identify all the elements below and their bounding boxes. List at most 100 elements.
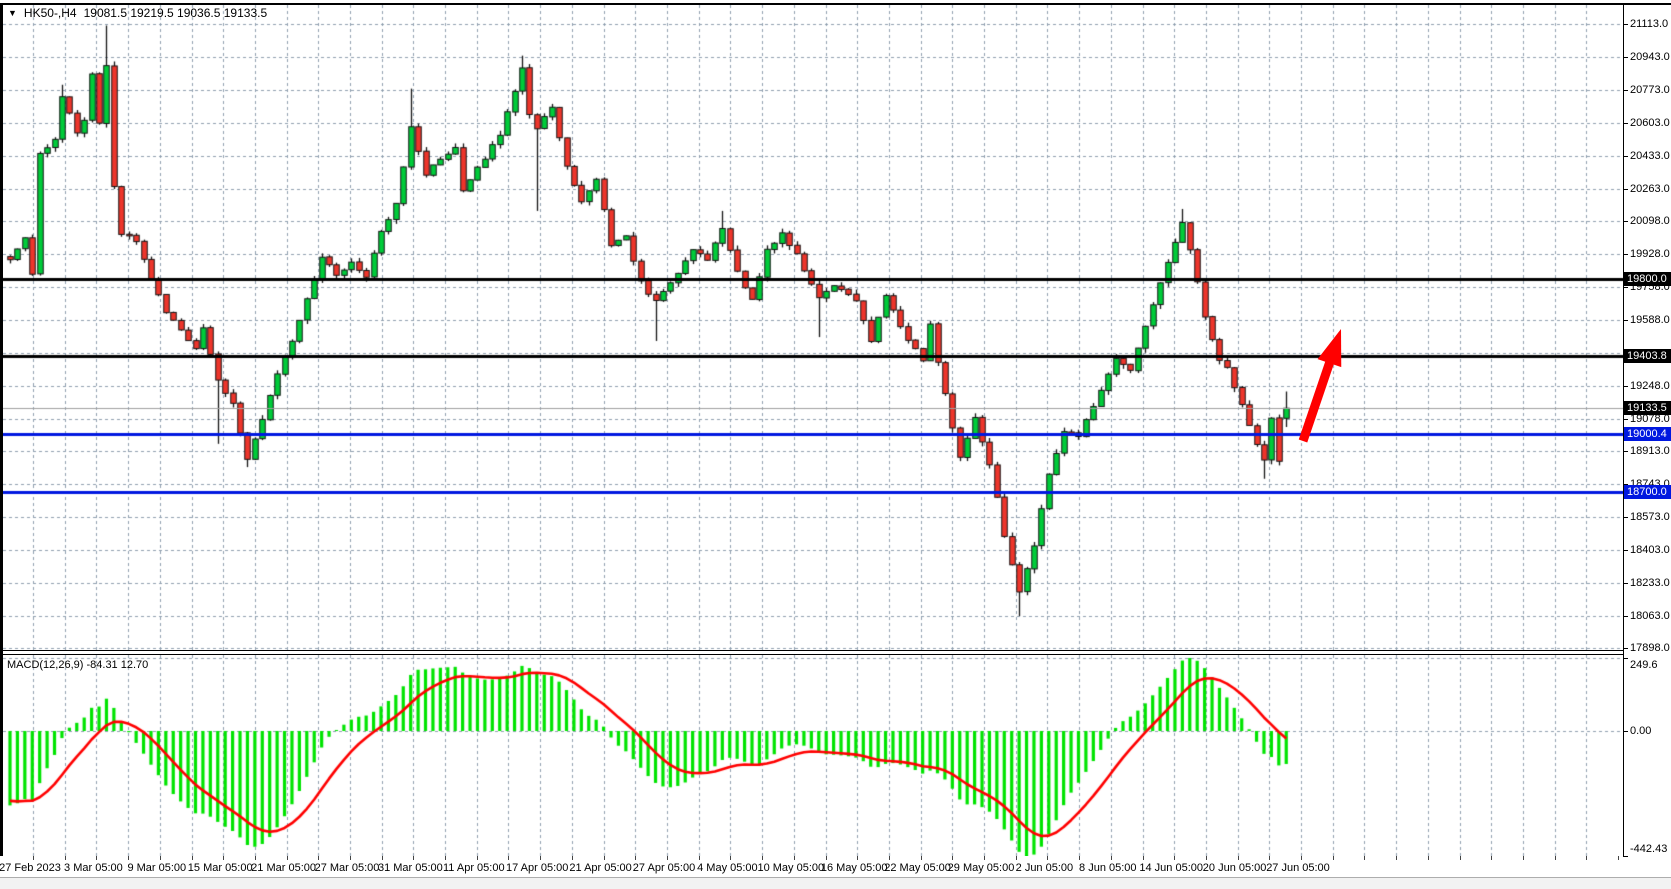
time-axis-tick — [1523, 856, 1524, 860]
time-axis-label: 10 May 05:00 — [757, 862, 824, 874]
macd-indicator-label: MACD(12,26,9) -84.31 12.70 — [7, 659, 148, 671]
time-axis-tick — [223, 856, 224, 860]
macd-axis-tick — [1623, 731, 1628, 732]
mt4-chart-window: ▼ HK50-,H4 19081.5 19219.5 19036.5 19133… — [0, 0, 1671, 889]
time-axis-tick — [1586, 856, 1587, 860]
price-axis-tick — [1623, 419, 1628, 420]
time-axis-tick — [1079, 856, 1080, 860]
price-axis-tick — [1623, 57, 1628, 58]
time-axis-tick — [667, 856, 668, 860]
time-axis-tick — [540, 856, 541, 860]
time-axis-tick — [730, 856, 731, 860]
time-axis-tick — [477, 856, 478, 860]
price-axis-label: 19928.0 — [1630, 248, 1670, 260]
price-axis-label: 18233.0 — [1630, 577, 1670, 589]
time-axis-tick — [1618, 856, 1619, 860]
price-axis-label: 20603.0 — [1630, 117, 1670, 129]
time-axis-label: 27 Feb 2023 — [0, 862, 61, 874]
time-axis-tick — [1143, 856, 1144, 860]
time-axis-tick — [1174, 856, 1175, 860]
time-axis-tick — [921, 856, 922, 860]
time-axis-tick — [128, 856, 129, 860]
time-axis-tick — [33, 856, 34, 860]
time-axis-label: 14 Jun 05:00 — [1139, 862, 1203, 874]
price-axis-label: 18573.0 — [1630, 511, 1670, 523]
price-axis-tick — [1623, 287, 1628, 288]
time-axis-tick — [1364, 856, 1365, 860]
time-axis-label: 17 Apr 05:00 — [506, 862, 568, 874]
time-axis-tick — [350, 856, 351, 860]
price-axis-label: 18063.0 — [1630, 610, 1670, 622]
time-axis-label: 11 Apr 05:00 — [443, 862, 505, 874]
chart-dropdown-icon[interactable]: ▼ — [8, 8, 17, 18]
price-level-box: 18700.0 — [1624, 485, 1671, 499]
price-axis-tick — [1623, 90, 1628, 91]
chart-symbol-period: HK50-,H4 — [24, 6, 77, 20]
time-axis-tick — [255, 856, 256, 860]
time-axis-label: 15 Mar 05:00 — [188, 862, 253, 874]
price-axis-label: 18403.0 — [1630, 544, 1670, 556]
pane-separator-bottom — [0, 654, 1623, 655]
chart-ohlc-values: 19081.5 19219.5 19036.5 19133.5 — [84, 6, 268, 20]
time-axis-tick — [604, 856, 605, 860]
time-axis-tick — [413, 856, 414, 860]
time-axis-tick — [192, 856, 193, 860]
time-axis-tick — [1491, 856, 1492, 860]
price-axis-tick — [1623, 254, 1628, 255]
pane-separator-top — [0, 650, 1623, 651]
time-axis-tick — [952, 856, 953, 860]
time-axis-label: 29 May 05:00 — [948, 862, 1015, 874]
price-axis-label: 19248.0 — [1630, 380, 1670, 392]
price-level-box: 19800.0 — [1624, 272, 1671, 286]
macd-values: -84.31 12.70 — [86, 659, 148, 671]
time-axis-tick — [794, 856, 795, 860]
time-axis-tick — [1460, 856, 1461, 860]
price-level-box: 19133.5 — [1624, 401, 1671, 415]
time-axis-tick — [572, 856, 573, 860]
price-chart-canvas[interactable] — [3, 5, 1623, 650]
time-axis-label: 27 Jun 05:00 — [1266, 862, 1330, 874]
price-axis-tick — [1623, 550, 1628, 551]
time-axis-tick — [889, 856, 890, 860]
time-axis-tick — [1206, 856, 1207, 860]
time-axis-label: 16 May 05:00 — [821, 862, 888, 874]
price-axis-tick — [1623, 386, 1628, 387]
time-axis-label: 27 Mar 05:00 — [315, 862, 380, 874]
macd-name: MACD(12,26,9) — [7, 659, 83, 671]
time-axis-tick — [508, 856, 509, 860]
macd-axis-tick — [1623, 658, 1628, 659]
price-axis-tick — [1623, 24, 1628, 25]
time-axis-tick — [762, 856, 763, 860]
time-axis-tick — [1301, 856, 1302, 860]
plot-left-border — [0, 3, 3, 856]
time-axis-tick — [984, 856, 985, 860]
time-axis-tick — [1111, 856, 1112, 860]
price-axis-tick — [1623, 517, 1628, 518]
price-level-box: 19403.8 — [1624, 349, 1671, 363]
macd-axis-label: -442.43 — [1630, 843, 1667, 855]
time-axis-label: 31 Mar 05:00 — [378, 862, 443, 874]
price-axis-tick — [1623, 189, 1628, 190]
time-axis-tick — [826, 856, 827, 860]
time-axis-label: 2 Jun 05:00 — [1016, 862, 1074, 874]
price-axis-tick — [1623, 451, 1628, 452]
price-level-box: 19000.4 — [1624, 427, 1671, 441]
price-axis-label: 20098.0 — [1630, 215, 1670, 227]
time-axis-tick — [1238, 856, 1239, 860]
macd-axis-tick — [1623, 856, 1628, 857]
macd-indicator-canvas[interactable] — [3, 655, 1623, 856]
macd-axis-label: 249.6 — [1630, 659, 1658, 671]
time-axis-tick — [1016, 856, 1017, 860]
price-axis-tick — [1623, 648, 1628, 649]
time-axis-tick — [1428, 856, 1429, 860]
price-axis-label: 20773.0 — [1630, 84, 1670, 96]
time-axis-label: 22 May 05:00 — [884, 862, 951, 874]
time-axis-tick — [445, 856, 446, 860]
time-axis-label: 4 May 05:00 — [697, 862, 758, 874]
time-axis-label: 8 Jun 05:00 — [1079, 862, 1137, 874]
time-axis-tick — [382, 856, 383, 860]
time-axis-tick — [96, 856, 97, 860]
time-axis-tick — [1047, 856, 1048, 860]
time-axis-label: 9 Mar 05:00 — [127, 862, 186, 874]
time-axis-label: 21 Mar 05:00 — [251, 862, 316, 874]
